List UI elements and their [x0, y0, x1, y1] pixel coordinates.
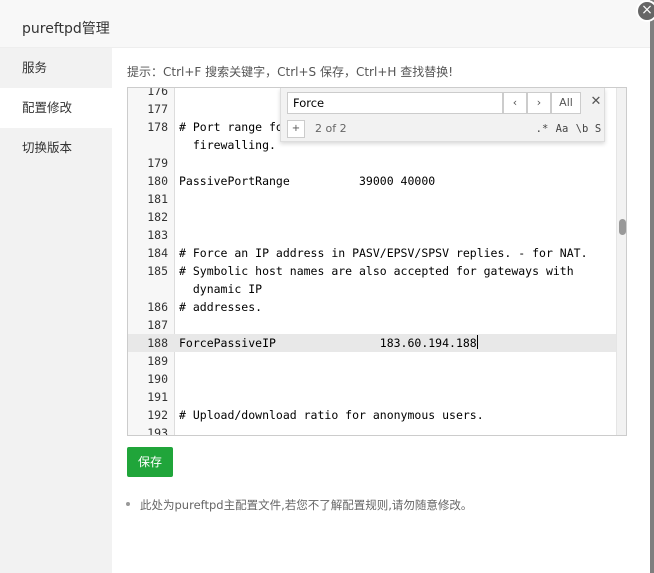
search-panel: Force ‹ › All ✕ + 2 of 2 .* Aa \b S — [280, 88, 605, 142]
line-number: 189 — [147, 354, 168, 368]
line-number: 186 — [147, 300, 168, 314]
selection-option[interactable]: S — [592, 120, 604, 138]
line-number: 176 — [147, 87, 168, 98]
line-number: 187 — [147, 318, 168, 332]
editor-scroll-thumb[interactable] — [619, 219, 626, 235]
sidebar-item-service[interactable]: 服务 — [0, 48, 112, 88]
search-prev-button[interactable]: ‹ — [503, 92, 527, 114]
save-button[interactable]: 保存 — [127, 447, 173, 477]
main-panel: 提示：Ctrl+F 搜索关键字，Ctrl+S 保存，Ctrl+H 查找替换! 1… — [112, 48, 650, 573]
line-number: 181 — [147, 192, 168, 206]
text-cursor — [476, 335, 478, 349]
editor-line[interactable]: 186 # addresses. — [128, 298, 626, 316]
search-close-button[interactable]: ✕ — [589, 94, 603, 110]
line-number: 183 — [147, 228, 168, 242]
search-next-button[interactable]: › — [527, 92, 551, 114]
line-text[interactable]: # Symbolic host names are also accepted … — [179, 262, 599, 298]
editor-line[interactable]: 182 — [128, 208, 626, 226]
editor-line[interactable]: 183 — [128, 226, 626, 244]
line-number: 190 — [147, 372, 168, 386]
line-number: 191 — [147, 390, 168, 404]
search-all-button[interactable]: All — [551, 92, 581, 114]
replace-toggle-button[interactable]: + — [287, 120, 305, 138]
line-text[interactable]: # Force an IP address in PASV/EPSV/SPSV … — [179, 244, 599, 262]
line-number: 192 — [147, 408, 168, 422]
line-number: 193 — [147, 426, 168, 436]
chevron-left-icon: ‹ — [512, 96, 518, 109]
editor-line[interactable]: 193 — [128, 424, 626, 436]
line-number: 179 — [147, 156, 168, 170]
line-number: 178 — [147, 120, 168, 134]
match-count: 2 of 2 — [315, 122, 347, 135]
editor-line[interactable]: 192 # Upload/download ratio for anonymous… — [128, 406, 626, 424]
editor-line[interactable]: 179 — [128, 154, 626, 172]
sidebar: 服务 配置修改 切换版本 — [0, 48, 112, 573]
shortcut-tip: 提示：Ctrl+F 搜索关键字，Ctrl+S 保存，Ctrl+H 查找替换! — [127, 65, 454, 79]
editor-line[interactable]: 190 — [128, 370, 626, 388]
bullet-icon — [126, 502, 130, 506]
case-option[interactable]: Aa — [553, 120, 571, 138]
editor-line[interactable]: 187 — [128, 316, 626, 334]
sidebar-item-config-edit[interactable]: 配置修改 — [0, 88, 112, 128]
config-editor[interactable]: 176 177 178 # Port range fo firewalling. 179… — [127, 87, 627, 436]
editor-line[interactable]: 191 — [128, 388, 626, 406]
editor-scrollbar[interactable] — [616, 88, 626, 435]
regex-option[interactable]: .* — [533, 120, 551, 138]
line-text[interactable]: # Upload/download ratio for anonymous us… — [179, 406, 599, 424]
line-number: 180 — [147, 174, 168, 188]
line-text[interactable]: ForcePassiveIP 183.60.194.188 — [179, 334, 599, 352]
chevron-right-icon: › — [536, 96, 542, 109]
line-number: 185 — [147, 264, 168, 278]
editor-line[interactable]: 181 — [128, 190, 626, 208]
dialog-close-button[interactable]: × — [636, 0, 654, 22]
config-note: 此处为pureftpd主配置文件,若您不了解配置规则,请勿随意修改。 — [126, 497, 472, 513]
search-input[interactable]: Force — [287, 92, 503, 114]
dialog-title-bar[interactable]: pureftpd管理 — [0, 0, 650, 48]
editor-line[interactable]: 180 PassivePortRange 39000 40000 — [128, 172, 626, 190]
editor-line[interactable]: 189 — [128, 352, 626, 370]
line-number: 188 — [147, 336, 168, 350]
config-note-text: 此处为pureftpd主配置文件,若您不了解配置规则,请勿随意修改。 — [140, 498, 473, 512]
dialog-title: pureftpd管理 — [22, 21, 110, 37]
line-number: 182 — [147, 210, 168, 224]
editor-line[interactable]: 184 # Force an IP address in PASV/EPSV/SP… — [128, 244, 626, 262]
line-text[interactable]: # addresses. — [179, 298, 599, 316]
close-icon: × — [641, 2, 653, 18]
line-text[interactable]: PassivePortRange 39000 40000 — [179, 172, 599, 190]
pureftpd-dialog: pureftpd管理 服务 配置修改 切换版本 提示：Ctrl+F 搜索关键字，… — [0, 0, 654, 573]
line-number: 177 — [147, 102, 168, 116]
editor-line[interactable]: 185 # Symbolic host names are also accept… — [128, 262, 626, 298]
close-icon: ✕ — [590, 94, 602, 109]
line-number: 184 — [147, 246, 168, 260]
word-option[interactable]: \b — [573, 120, 591, 138]
sidebar-item-switch-version[interactable]: 切换版本 — [0, 128, 112, 168]
editor-line[interactable]: 188 ForcePassiveIP 183.60.194.188 — [128, 334, 626, 352]
